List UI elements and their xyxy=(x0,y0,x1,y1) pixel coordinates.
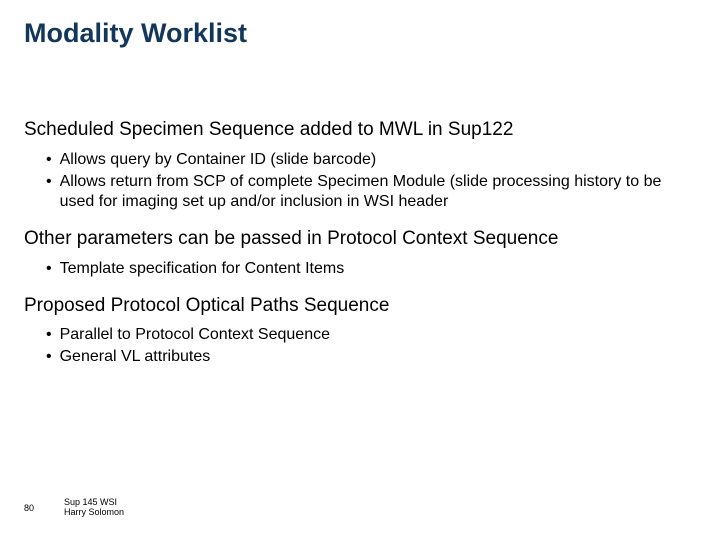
list-item-text: Template specification for Content Items xyxy=(60,259,696,279)
page-number: 80 xyxy=(24,503,34,513)
bullet-list: • Parallel to Protocol Context Sequence •… xyxy=(46,325,696,367)
bullet-list: • Template specification for Content Item… xyxy=(46,259,696,279)
list-item-text: General VL attributes xyxy=(60,347,696,367)
bullet-icon: • xyxy=(46,347,52,367)
footer: 80 Sup 145 WSI Harry Solomon xyxy=(24,498,124,518)
list-item-text: Allows return from SCP of complete Speci… xyxy=(60,172,696,212)
bullet-icon: • xyxy=(46,150,52,170)
bullet-icon: • xyxy=(46,325,52,345)
slide-title: Modality Worklist xyxy=(24,18,696,49)
list-item: • Parallel to Protocol Context Sequence xyxy=(46,325,696,345)
bullet-icon: • xyxy=(46,259,52,279)
bullet-list: • Allows query by Container ID (slide bar… xyxy=(46,150,696,212)
list-item: •Allows return from SCP of complete Spec… xyxy=(46,172,696,212)
slide: Modality Worklist Scheduled Specimen Seq… xyxy=(0,0,720,540)
footer-text: Sup 145 WSI Harry Solomon xyxy=(64,498,124,518)
footer-line: Harry Solomon xyxy=(64,508,124,518)
section-heading: Scheduled Specimen Sequence added to MWL… xyxy=(24,119,696,142)
section-heading: Proposed Protocol Optical Paths Sequence xyxy=(24,295,696,318)
list-item: • Template specification for Content Item… xyxy=(46,259,696,279)
section-heading: Other parameters can be passed in Protoc… xyxy=(24,228,696,251)
list-item: • Allows query by Container ID (slide bar… xyxy=(46,150,696,170)
list-item-text: Parallel to Protocol Context Sequence xyxy=(60,325,696,345)
list-item: • General VL attributes xyxy=(46,347,696,367)
list-item-text: Allows query by Container ID (slide barc… xyxy=(60,150,696,170)
bullet-icon: • xyxy=(46,172,52,212)
